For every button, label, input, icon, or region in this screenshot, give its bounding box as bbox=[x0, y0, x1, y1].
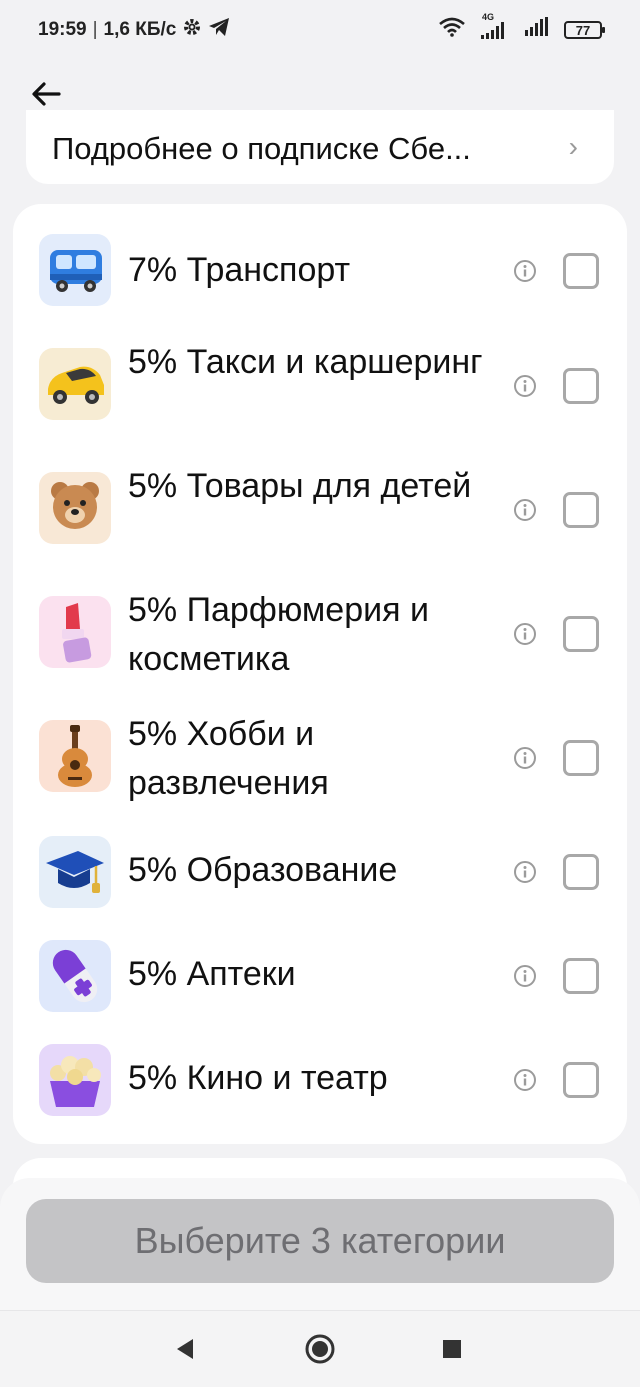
info-icon[interactable] bbox=[513, 746, 537, 770]
car-icon bbox=[39, 348, 111, 420]
system-nav-bar bbox=[0, 1310, 640, 1387]
status-speed: 1,6 КБ/с bbox=[103, 19, 177, 40]
network-type: 4G bbox=[482, 12, 495, 22]
bottom-action-bar: Выберите 3 категории bbox=[0, 1178, 640, 1310]
category-checkbox[interactable] bbox=[563, 958, 599, 994]
category-label: 5% Аптеки bbox=[128, 955, 296, 993]
category-label: 5% Парфюмерия и косметика bbox=[128, 591, 429, 678]
category-row-cinema[interactable]: 5% Кино и театр bbox=[13, 1040, 627, 1120]
battery-icon: 77 bbox=[564, 21, 605, 39]
category-row-hobby[interactable]: 5% Хобби и развлечения bbox=[13, 708, 627, 808]
category-list: 7% Транспорт 5% Такси и каршеринг 5% Тов… bbox=[13, 204, 627, 1144]
subscription-link[interactable]: Подробнее о подписке Сбе... › bbox=[26, 110, 614, 184]
category-label: 7% Транспорт bbox=[128, 251, 351, 289]
status-right: 4G 77 bbox=[438, 12, 605, 43]
category-label: 5% Хобби и развлечения bbox=[128, 715, 329, 802]
nav-back-icon[interactable] bbox=[168, 1333, 200, 1365]
status-separator: | bbox=[92, 19, 98, 40]
status-time: 19:59 bbox=[38, 19, 87, 40]
category-label: 5% Образование bbox=[128, 851, 398, 889]
category-checkbox[interactable] bbox=[563, 740, 599, 776]
category-checkbox[interactable] bbox=[563, 253, 599, 289]
signal-icon bbox=[524, 17, 550, 43]
teddy-bear-icon bbox=[39, 472, 111, 544]
info-icon[interactable] bbox=[513, 1068, 537, 1092]
telegram-icon bbox=[208, 17, 230, 43]
bus-icon bbox=[39, 234, 111, 306]
wifi-icon bbox=[438, 17, 466, 43]
status-left: 19:59 | 1,6 КБ/с bbox=[38, 17, 230, 43]
category-label: 5% Такси и каршеринг bbox=[128, 343, 483, 381]
info-icon[interactable] bbox=[513, 622, 537, 646]
lipstick-icon bbox=[39, 596, 111, 668]
category-checkbox[interactable] bbox=[563, 854, 599, 890]
pill-icon bbox=[39, 940, 111, 1012]
signal-4g-icon: 4G bbox=[480, 12, 510, 40]
info-icon[interactable] bbox=[513, 498, 537, 522]
category-row-transport[interactable]: 7% Транспорт bbox=[13, 226, 627, 316]
category-row-kids[interactable]: 5% Товары для детей bbox=[13, 460, 627, 560]
nav-home-icon[interactable] bbox=[304, 1333, 336, 1365]
popcorn-icon bbox=[39, 1044, 111, 1116]
category-checkbox[interactable] bbox=[563, 1062, 599, 1098]
select-categories-button[interactable]: Выберите 3 категории bbox=[26, 1199, 614, 1283]
status-bar: 19:59 | 1,6 КБ/с 4G 77 bbox=[0, 0, 640, 60]
info-icon[interactable] bbox=[513, 259, 537, 283]
info-icon[interactable] bbox=[513, 860, 537, 884]
category-row-pharmacy[interactable]: 5% Аптеки bbox=[13, 936, 627, 1016]
category-row-perfume[interactable]: 5% Парфюмерия и косметика bbox=[13, 584, 627, 684]
subscription-link-text: Подробнее о подписке Сбе... bbox=[52, 131, 471, 166]
info-icon[interactable] bbox=[513, 374, 537, 398]
info-icon[interactable] bbox=[513, 964, 537, 988]
category-checkbox[interactable] bbox=[563, 616, 599, 652]
category-checkbox[interactable] bbox=[563, 492, 599, 528]
gear-icon bbox=[182, 17, 202, 43]
category-label: 5% Товары для детей bbox=[128, 467, 472, 505]
graduation-cap-icon bbox=[39, 836, 111, 908]
guitar-icon bbox=[39, 720, 111, 792]
nav-recents-icon[interactable] bbox=[436, 1333, 468, 1365]
arrow-left-icon bbox=[31, 81, 61, 112]
category-row-education[interactable]: 5% Образование bbox=[13, 832, 627, 912]
category-row-taxi[interactable]: 5% Такси и каршеринг bbox=[13, 336, 627, 436]
category-checkbox[interactable] bbox=[563, 368, 599, 404]
chevron-right-icon: › bbox=[568, 131, 578, 162]
category-label: 5% Кино и театр bbox=[128, 1059, 388, 1097]
